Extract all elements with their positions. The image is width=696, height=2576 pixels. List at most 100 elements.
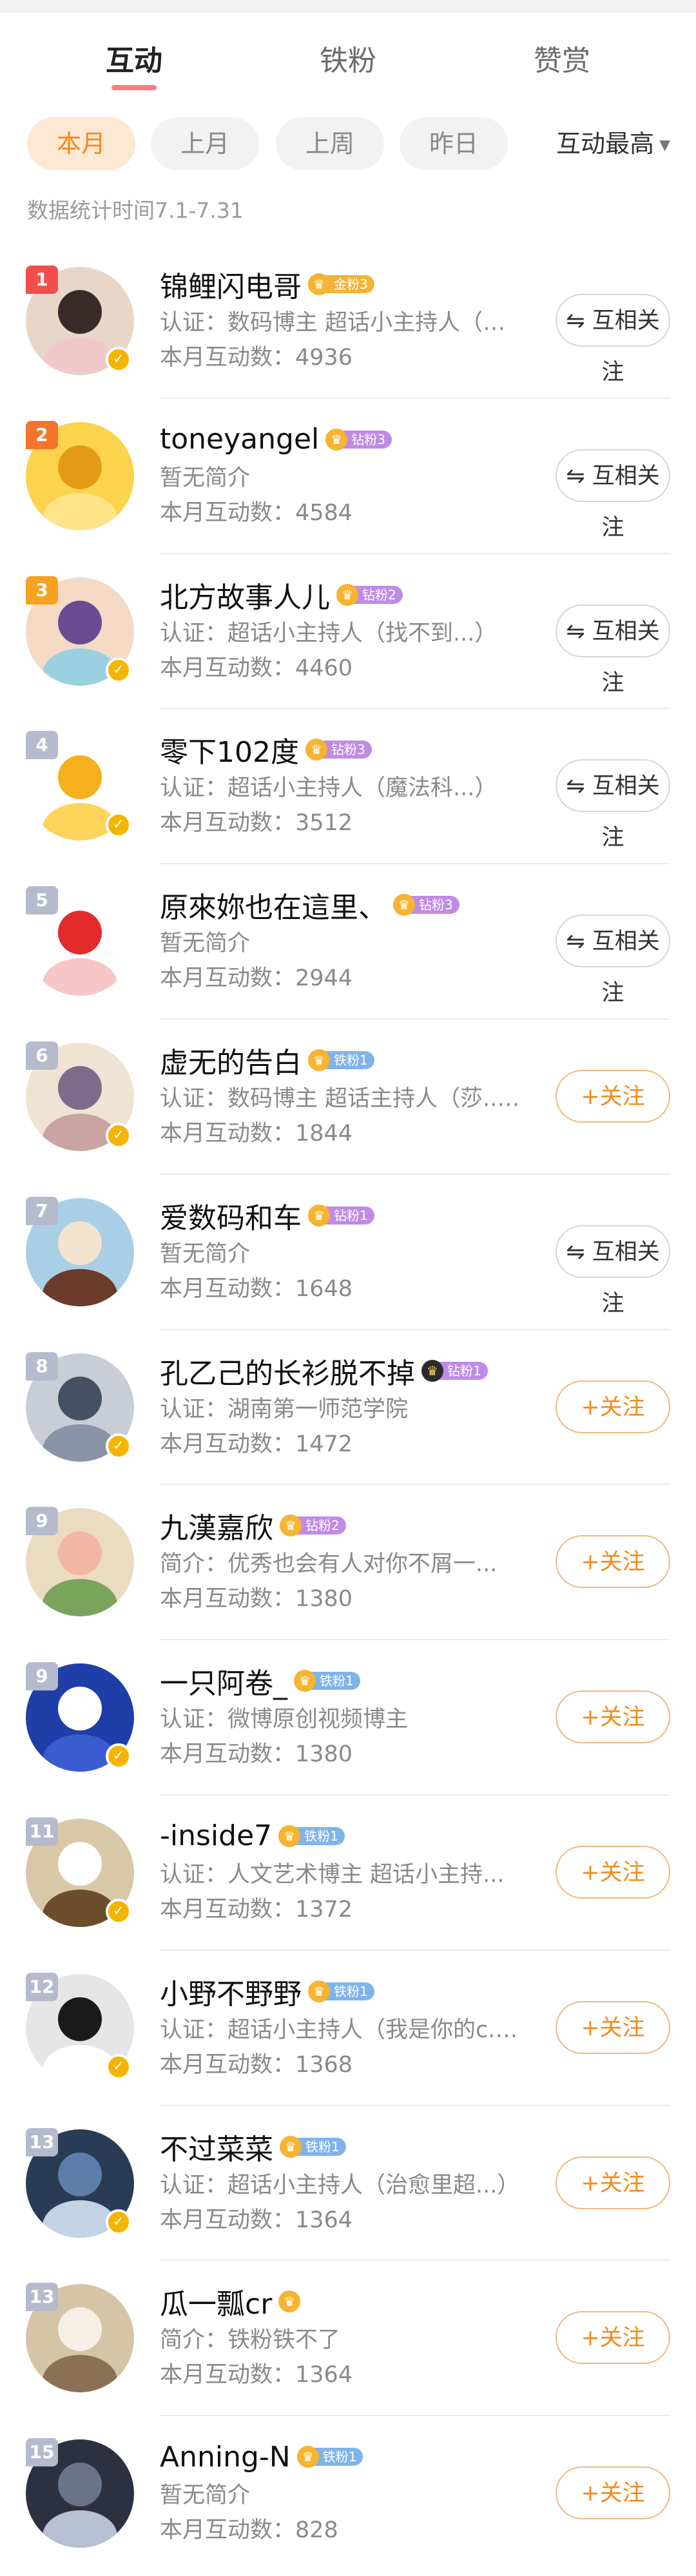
verified-icon: ✓	[106, 2209, 131, 2235]
user-name[interactable]: 虚无的告白	[160, 1040, 302, 1081]
interaction-count: 本月互动数：4584	[160, 499, 353, 526]
filter-last-week[interactable]: 上周	[276, 117, 384, 170]
user-name[interactable]: 零下102度	[160, 729, 299, 770]
user-info: -inside7 ♛ 铁粉1 认证：人文艺术博主 超话小主持... 本月互动数：1372	[160, 1815, 521, 1927]
user-info: 虚无的告白 ♛ 铁粉1 认证：数码博主 超话主持人（莎...） 本月互动数：1844	[160, 1039, 521, 1151]
user-row[interactable]: 9 九漢嘉欣 ♛ 钻粉2 简介：优秀也会有人对你不屑一... 本月互动数：1380 +关注	[0, 1485, 696, 1641]
user-name[interactable]: 北方故事人儿	[160, 574, 330, 615]
user-row[interactable]: 9 ✓ 一只阿卷_ ♛ 铁粉1 认证：微博原创视频博主 本月互动数：1380 +关注	[0, 1640, 696, 1796]
fan-badge: ♛ 铁粉1	[280, 2135, 346, 2158]
follow-button[interactable]: +关注	[556, 2156, 670, 2209]
user-name[interactable]: 九漢嘉欣	[160, 1505, 273, 1546]
user-description: 认证：微博原创视频博主	[160, 1707, 409, 1733]
follow-button[interactable]: +关注	[556, 1845, 670, 1899]
rank-badge: 8	[26, 1351, 58, 1380]
caret-down-icon: ▼	[659, 137, 670, 153]
active-tab-indicator	[111, 85, 157, 90]
rank-badge: 5	[26, 886, 58, 915]
follow-button[interactable]: +关注	[556, 1690, 670, 1744]
user-name[interactable]: 锦鲤闪电哥	[160, 264, 302, 305]
tab-reward[interactable]: 赞赏	[465, 13, 659, 110]
user-name[interactable]: toneyangel	[160, 423, 319, 456]
mutual-follow-button[interactable]: ⇋ 互相关注	[556, 294, 670, 385]
filter-this-month[interactable]: 本月	[27, 117, 135, 170]
user-name[interactable]: 爱数码和车	[160, 1195, 302, 1236]
user-name[interactable]: -inside7	[160, 1819, 272, 1852]
user-row[interactable]: 7 爱数码和车 ♛ 钻粉1 暂无简介 本月互动数：1648 ⇋ 互相关注	[0, 1175, 696, 1330]
crown-icon: ♛	[278, 2290, 301, 2313]
interaction-count: 本月互动数：4936	[160, 345, 353, 371]
rank-badge: 1	[26, 266, 58, 294]
mutual-follow-button[interactable]: ⇋ 互相关注	[556, 449, 670, 541]
user-name[interactable]: Anning-N	[160, 2441, 291, 2474]
tab-bar: 互动 铁粉 赞赏	[0, 13, 696, 110]
user-row[interactable]: 11 ✓ -inside7 ♛ 铁粉1 认证：人文艺术博主 超话小主持... 本月互动数：1…	[0, 1796, 696, 1951]
rank-badge: 12	[26, 1972, 58, 2001]
user-description: 认证：数码博主 超话主持人（莎...）	[160, 1085, 521, 1112]
fan-badge: ♛ 铁粉1	[294, 1670, 360, 1692]
fan-level-label: 钻粉1	[437, 1361, 488, 1380]
user-name[interactable]: 孔乙己的长衫脱不掉	[160, 1350, 415, 1391]
user-info: 孔乙己的长衫脱不掉 ♛ 钻粉1 认证：湖南第一师范学院 本月互动数：1472	[160, 1350, 521, 1462]
name-line: 北方故事人儿 ♛ 钻粉2	[160, 574, 521, 616]
user-description: 简介：优秀也会有人对你不屑一...	[160, 1551, 498, 1578]
user-info: 九漢嘉欣 ♛ 钻粉2 简介：优秀也会有人对你不屑一... 本月互动数：1380	[160, 1504, 521, 1616]
mutual-follow-button[interactable]: ⇋ 互相关注	[556, 915, 670, 1006]
mutual-follow-button[interactable]: ⇋ 互相关注	[556, 604, 670, 696]
name-line: 瓜一瓢cr ♛	[160, 2280, 521, 2323]
user-name[interactable]: 原來妳也在這里、	[160, 884, 387, 925]
mutual-follow-button[interactable]: ⇋ 互相关注	[556, 759, 670, 851]
user-name[interactable]: 不过菜菜	[160, 2126, 273, 2167]
user-description: 简介：铁粉铁不了	[160, 2327, 341, 2354]
crown-icon: ♛	[421, 1359, 443, 1382]
fan-badge: ♛ 铁粉1	[278, 1825, 345, 1847]
fan-level-label: 钻粉1	[324, 1206, 374, 1225]
filter-last-month[interactable]: 上月	[151, 117, 259, 170]
follow-button[interactable]: +关注	[556, 2311, 670, 2365]
interaction-count: 本月互动数：1364	[160, 2362, 353, 2388]
crown-icon: ♛	[308, 1049, 330, 1071]
user-info: 爱数码和车 ♛ 钻粉1 暂无简介 本月互动数：1648	[160, 1194, 521, 1306]
follow-button[interactable]: +关注	[556, 1069, 670, 1123]
rank-badge: 13	[26, 2127, 58, 2156]
crown-icon: ♛	[296, 2446, 319, 2468]
name-line: 九漢嘉欣 ♛ 钻粉2	[160, 1504, 521, 1547]
name-line: Anning-N ♛ 铁粉1	[160, 2436, 521, 2478]
follow-button[interactable]: +关注	[556, 1380, 670, 1433]
fan-badge: ♛	[278, 2290, 301, 2313]
fan-badge: ♛ 铁粉1	[308, 1049, 374, 1071]
user-row[interactable]: 15 Anning-N ♛ 铁粉1 暂无简介 本月互动数：828 +关注	[0, 2416, 696, 2571]
user-name[interactable]: 一只阿卷_	[160, 1660, 287, 1701]
interaction-count: 本月互动数：1648	[160, 1275, 353, 1302]
follow-button[interactable]: +关注	[556, 2466, 670, 2520]
user-info: toneyangel ♛ 钻粉3 暂无简介 本月互动数：4584	[160, 418, 521, 530]
rank-badge: 3	[26, 576, 58, 605]
user-row[interactable]: 6 ✓ 虚无的告白 ♛ 铁粉1 认证：数码博主 超话主持人（莎...） 本月互动数：1844…	[0, 1020, 696, 1175]
user-row[interactable]: 4 ✓ 零下102度 ♛ 钻粉3 认证：超话小主持人（魔法科...） 本月互动数：3512 ⇋…	[0, 709, 696, 865]
crown-icon: ♛	[308, 1980, 330, 2002]
follow-button[interactable]: +关注	[556, 2000, 670, 2054]
user-info: 锦鲤闪电哥 ♛金粉3 认证：数码博主 超话小主持人（找不到...） 本月互动数：493…	[160, 263, 521, 375]
user-row[interactable]: 5 原來妳也在這里、 ♛ 钻粉3 暂无简介 本月互动数：2944 ⇋ 互相关注	[0, 864, 696, 1020]
user-row[interactable]: 2 toneyangel ♛ 钻粉3 暂无简介 本月互动数：4584 ⇋ 互相关注	[0, 399, 696, 554]
user-description: 暂无简介	[160, 465, 251, 491]
user-row[interactable]: 13 ✓ 不过菜菜 ♛ 铁粉1 认证：超话小主持人（治愈里超...） 本月互动数：1364 +…	[0, 2106, 696, 2261]
user-row[interactable]: 13 瓜一瓢cr ♛ 简介：铁粉铁不了 本月互动数：1364 +关注	[0, 2261, 696, 2417]
interaction-count: 本月互动数：1844	[160, 1120, 353, 1147]
fan-badge: ♛ 铁粉1	[308, 1980, 374, 2002]
follow-button[interactable]: +关注	[556, 1535, 670, 1589]
interaction-count: 本月互动数：1364	[160, 2207, 353, 2233]
user-row[interactable]: 12 ✓ 小野不野野 ♛ 铁粉1 认证：超话小主持人（我是你的c...） 本月互动数：136…	[0, 1951, 696, 2106]
filter-yesterday[interactable]: 昨日	[400, 117, 508, 170]
tab-iron-fans[interactable]: 铁粉	[251, 13, 445, 110]
user-name[interactable]: 小野不野野	[160, 1971, 302, 2012]
sort-dropdown[interactable]: 互动最高 ▼	[556, 117, 670, 170]
verified-icon: ✓	[106, 657, 131, 683]
tab-interaction[interactable]: 互动	[37, 13, 231, 110]
user-row[interactable]: 3 ✓ 北方故事人儿 ♛ 钻粉2 认证：超话小主持人（找不到...） 本月互动数：4460 ⇋…	[0, 554, 696, 710]
user-row[interactable]: 8 ✓ 孔乙己的长衫脱不掉 ♛ 钻粉1 认证：湖南第一师范学院 本月互动数：1472 +关注	[0, 1330, 696, 1486]
user-name[interactable]: 瓜一瓢cr	[160, 2281, 272, 2322]
user-row[interactable]: 1 ✓ 锦鲤闪电哥 ♛金粉3 认证：数码博主 超话小主持人（找不到...） 本月互动数：4…	[0, 244, 696, 399]
user-info: 不过菜菜 ♛ 铁粉1 认证：超话小主持人（治愈里超...） 本月互动数：1364	[160, 2126, 521, 2238]
mutual-follow-button[interactable]: ⇋ 互相关注	[556, 1225, 670, 1317]
